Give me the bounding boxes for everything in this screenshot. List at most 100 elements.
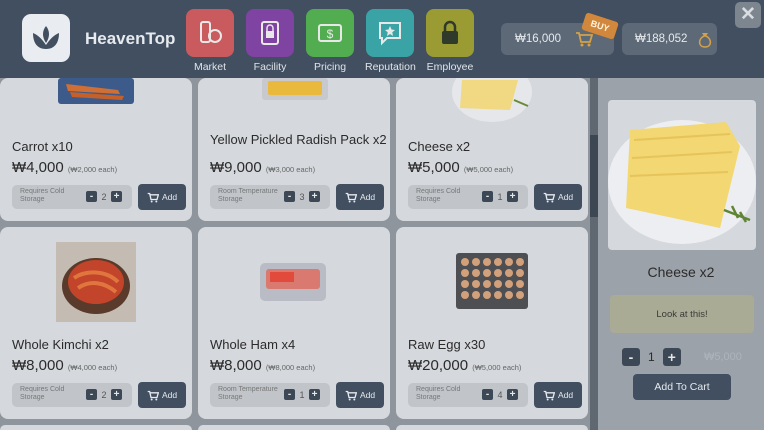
price-value: ₩20,000	[408, 357, 469, 374]
add-button[interactable]: Add	[534, 382, 582, 408]
increase-button[interactable]: +	[662, 348, 681, 366]
quantity-value: 1	[299, 389, 305, 400]
cart-total-value: ₩16,000	[515, 33, 562, 45]
decrease-button[interactable]: -	[284, 191, 295, 202]
nav-market-label: Market	[193, 61, 227, 73]
nav-pricing[interactable]: $ Pricing	[305, 9, 355, 73]
market-icon	[186, 9, 234, 57]
storage-requirement: Room Temperature Storage - 1 +	[210, 383, 330, 407]
add-button[interactable]: Add	[336, 382, 384, 408]
quantity-value: 1	[497, 191, 503, 202]
storage-label: Room Temperature Storage	[218, 188, 278, 203]
quantity-value: 1	[648, 350, 655, 364]
storage-label: Requires Cold Storage	[20, 386, 65, 401]
decrease-button[interactable]: -	[86, 389, 97, 400]
increase-button[interactable]: +	[309, 389, 320, 400]
product-name: Whole Ham x4	[210, 337, 296, 352]
nav-employee[interactable]: Employee	[425, 9, 475, 73]
increase-button[interactable]: +	[309, 191, 320, 202]
product-card-kimchi[interactable]: Whole Kimchi x2 ₩8,000 (₩4,000 each) Req…	[0, 227, 192, 419]
add-button[interactable]: Add	[336, 184, 384, 210]
price-value: ₩5,000	[408, 159, 460, 176]
product-card-raw-egg[interactable]: Raw Egg x30 ₩20,000 (₩5,000 each) Requir…	[396, 227, 588, 419]
quantity-stepper: - 2 +	[86, 389, 122, 400]
quantity-stepper: - 1 +	[482, 191, 518, 202]
quantity-value: 3	[299, 191, 305, 202]
kimchi-image	[56, 242, 136, 322]
nav-market[interactable]: Market	[185, 9, 235, 73]
decrease-button[interactable]: -	[622, 348, 640, 366]
decrease-button[interactable]: -	[482, 191, 493, 202]
product-card-cheese[interactable]: Cheese x2 ₩5,000 (₩5,000 each) Requires …	[396, 78, 588, 221]
scrollbar-thumb[interactable]	[590, 135, 598, 217]
lotus-icon	[33, 26, 59, 49]
grid-scrollbar[interactable]	[590, 78, 598, 430]
product-price: ₩20,000 (₩5,000 each)	[408, 357, 521, 374]
storage-requirement: Requires Cold Storage - 2 +	[12, 383, 132, 407]
quantity-stepper: - 4 +	[482, 389, 518, 400]
balance-value: ₩188,052	[635, 33, 688, 45]
storage-requirement: Room Temperature Storage - 3 +	[210, 185, 330, 209]
cart-icon	[345, 192, 357, 202]
ham-image	[260, 263, 326, 301]
product-card-partial[interactable]	[396, 425, 588, 430]
product-card-ham[interactable]: Whole Ham x4 ₩8,000 (₩8,000 each) Room T…	[198, 227, 390, 419]
add-to-cart-button[interactable]: Add To Cart	[633, 374, 731, 400]
decrease-button[interactable]: -	[482, 389, 493, 400]
unit-price: (₩5,000 each)	[472, 363, 522, 372]
nav-reputation[interactable]: Reputation	[365, 9, 416, 73]
detail-title: Cheese x2	[647, 264, 715, 280]
product-name: Whole Kimchi x2	[12, 337, 109, 352]
unit-price: (₩8,000 each)	[265, 363, 316, 372]
pricing-icon: $	[306, 9, 354, 57]
product-price: ₩8,000 (₩8,000 each)	[210, 357, 315, 374]
cart-icon	[543, 192, 555, 202]
unit-price: (₩3,000 each)	[265, 165, 316, 174]
increase-button[interactable]: +	[111, 191, 122, 202]
quantity-value: 2	[101, 191, 107, 202]
increase-button[interactable]: +	[507, 191, 518, 202]
add-label: Add	[557, 390, 574, 400]
product-card-pickled-radish[interactable]: Yellow Pickled Radish Pack x2 ₩9,000 (₩3…	[198, 78, 390, 221]
add-label: Add	[359, 390, 376, 400]
increase-button[interactable]: +	[111, 389, 122, 400]
price-value: ₩4,000	[12, 159, 64, 176]
nav-employee-label: Employee	[426, 61, 474, 73]
quantity-stepper: - 1 +	[284, 389, 320, 400]
storage-label: Requires Cold Storage	[20, 188, 65, 203]
decrease-button[interactable]: -	[86, 191, 97, 202]
detail-note: Look at this!	[610, 295, 754, 333]
decrease-button[interactable]: -	[284, 389, 295, 400]
employee-icon	[426, 9, 474, 57]
add-label: Add	[161, 390, 178, 400]
storage-label: Requires Cold Storage	[416, 386, 461, 401]
increase-button[interactable]: +	[507, 389, 518, 400]
app-logo	[22, 14, 70, 62]
add-button[interactable]: Add	[138, 382, 186, 408]
price-value: ₩9,000	[210, 159, 262, 176]
cart-icon	[147, 192, 159, 202]
add-button[interactable]: Add	[138, 184, 186, 210]
add-button[interactable]: Add	[534, 184, 582, 210]
cart-icon	[345, 390, 357, 400]
cart-icon	[576, 32, 594, 47]
storage-label: Requires Cold Storage	[416, 188, 461, 203]
balance-display: ₩188,052	[622, 23, 717, 55]
add-label: Add	[359, 192, 376, 202]
product-name: Raw Egg x30	[408, 337, 486, 352]
product-card-partial[interactable]	[198, 425, 390, 430]
app-name: HeavenTop	[85, 29, 176, 48]
product-card-carrot[interactable]: Carrot x10 ₩4,000 (₩2,000 each) Requires…	[0, 78, 192, 221]
detail-quantity-stepper: - 1 +	[622, 348, 681, 366]
product-name: Cheese x2	[408, 139, 471, 154]
nav-pricing-label: Pricing	[313, 61, 347, 73]
close-button[interactable]: ✕	[735, 2, 761, 28]
storage-label: Room Temperature Storage	[218, 386, 278, 401]
detail-image-frame	[608, 100, 756, 250]
quantity-value: 2	[101, 389, 107, 400]
reputation-icon	[366, 9, 414, 57]
product-card-partial[interactable]	[0, 425, 192, 430]
quantity-stepper: - 3 +	[284, 191, 320, 202]
nav-facility[interactable]: Facility	[245, 9, 295, 73]
nav-facility-label: Facility	[253, 61, 287, 73]
